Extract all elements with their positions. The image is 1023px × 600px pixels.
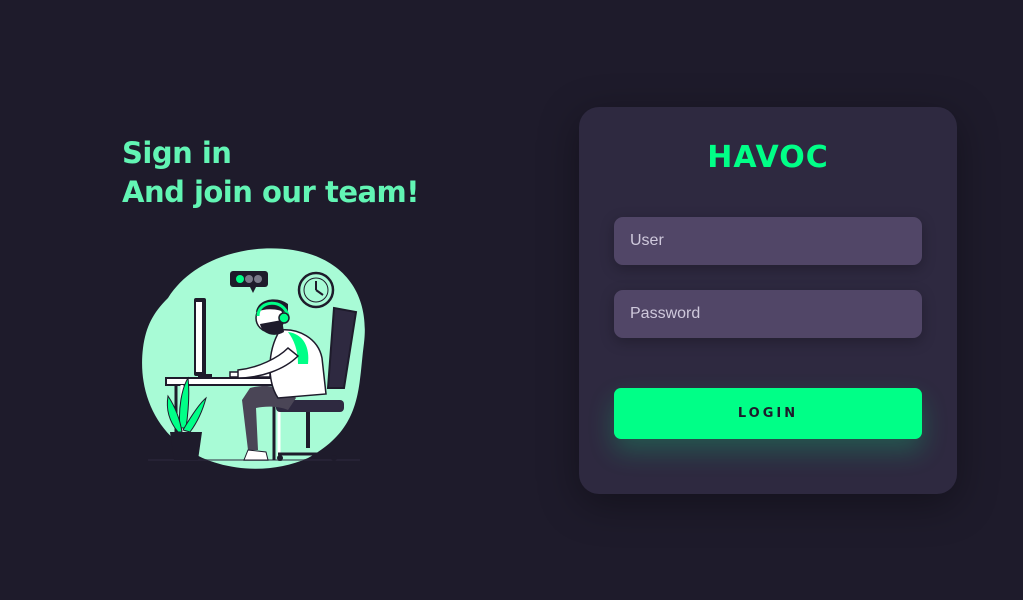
brand-title: HAVOC (707, 140, 829, 175)
hero-line-join-team: And join our team! (122, 175, 420, 209)
clock-icon (297, 271, 335, 309)
login-button[interactable]: LOGIN (614, 388, 922, 439)
password-input[interactable] (614, 290, 922, 338)
hero-headline: Sign in And join our team! (122, 134, 420, 212)
login-card: HAVOC LOGIN (579, 107, 957, 494)
user-input[interactable] (614, 217, 922, 265)
developer-illustration (138, 238, 370, 470)
login-page: Sign in And join our team! HAVOC User LO… (0, 0, 1023, 600)
hero-line-sign-in: Sign in (122, 136, 232, 170)
